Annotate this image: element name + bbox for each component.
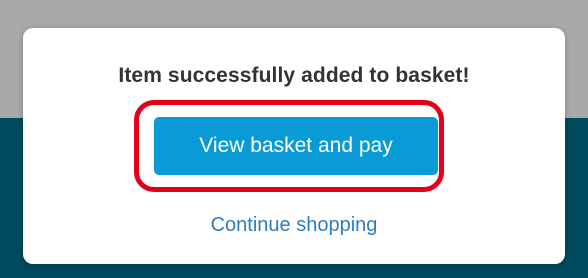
- continue-shopping-link[interactable]: Continue shopping: [23, 214, 565, 237]
- add-to-basket-dialog: Item successfully added to basket! View …: [23, 28, 565, 264]
- dialog-title: Item successfully added to basket!: [118, 64, 470, 87]
- view-basket-and-pay-button[interactable]: View basket and pay: [154, 117, 438, 175]
